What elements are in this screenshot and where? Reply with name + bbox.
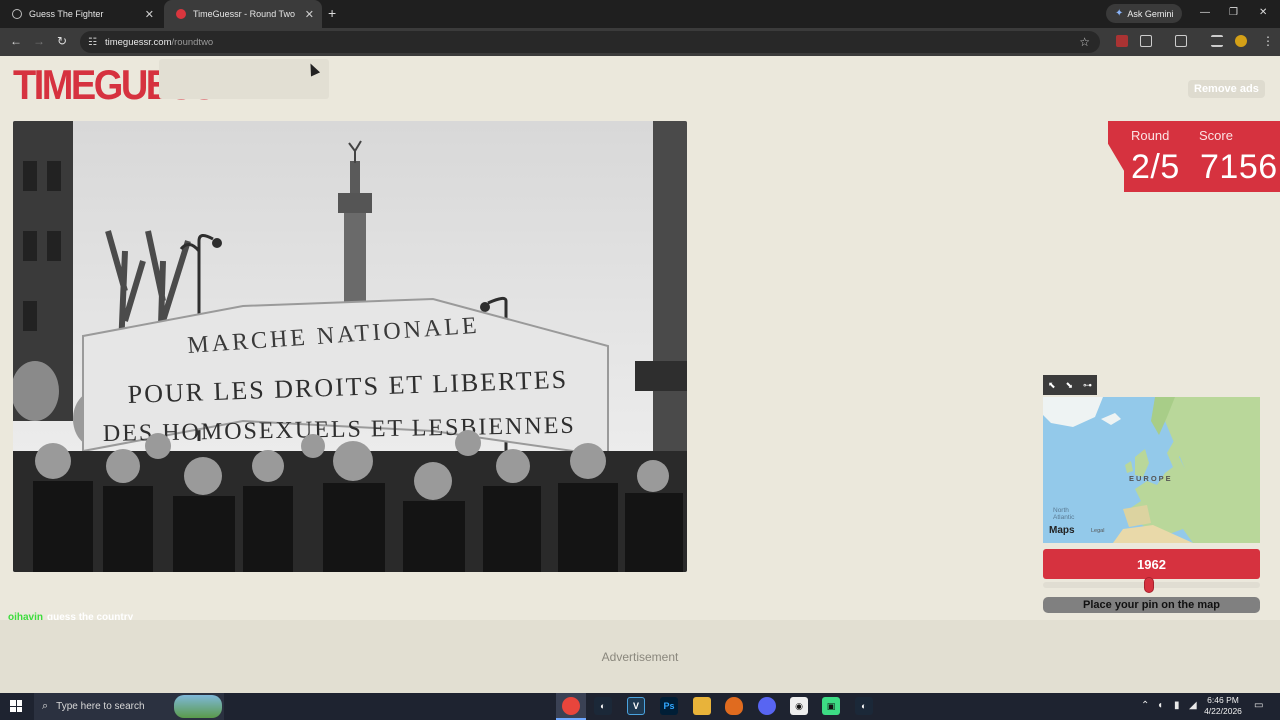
gemini-label: Ask Gemini	[1127, 8, 1174, 19]
close-tab-icon[interactable]: ✕	[145, 8, 154, 21]
menu-dots-icon[interactable]: ⋮	[1262, 34, 1274, 48]
windows-taskbar: ⌕ Type here to search ◐ V Ps ◉ ▣ ◐ ⌃ ◖ ▮…	[0, 693, 1280, 720]
site-info-icon[interactable]: ☷	[88, 37, 97, 48]
tab-title: TimeGuessr - Round Two	[193, 9, 296, 19]
maps-brand-text: Maps	[1049, 525, 1075, 536]
map-tools: ⬉ ⬊ ⊶	[1043, 375, 1097, 395]
clock-date: 4/22/2026	[1204, 706, 1242, 716]
globe-icon	[12, 9, 22, 19]
taskbar-search-placeholder: Type here to search	[56, 701, 145, 712]
map-tiles	[1043, 397, 1260, 543]
round-photo[interactable]: MARCHE NATIONALE POUR LES DROITS ET LIBE…	[13, 121, 687, 572]
windows-start-icon[interactable]	[10, 700, 22, 712]
guess-map[interactable]: EUROPE North Atlantic Maps Legal	[1043, 397, 1260, 543]
search-icon: ⌕	[42, 700, 49, 712]
media-icon[interactable]	[1211, 35, 1223, 47]
restore-icon[interactable]: ❐	[1229, 7, 1238, 18]
android-app-icon[interactable]: ▣	[822, 697, 840, 715]
reload-icon[interactable]: ↻	[57, 34, 67, 48]
score-label: Score	[1199, 128, 1233, 143]
map-label-ocean: North Atlantic	[1053, 507, 1074, 521]
discord-icon[interactable]	[758, 697, 776, 715]
shrink-map-icon[interactable]: ⬊	[1066, 380, 1074, 391]
ask-gemini-button[interactable]: ✦ Ask Gemini	[1106, 4, 1183, 23]
map-legal-link[interactable]: Legal	[1091, 528, 1104, 534]
faded-popup	[159, 59, 329, 99]
fl-studio-icon[interactable]	[725, 697, 743, 715]
extension-icon[interactable]	[1116, 35, 1128, 47]
score-panel: Round Score 2/5 7156	[1108, 121, 1280, 192]
cast-icon[interactable]	[1175, 35, 1187, 47]
microphone-icon[interactable]: ▮	[1174, 700, 1180, 711]
notifications-icon[interactable]: ▭	[1254, 700, 1263, 711]
round-value: 2/5	[1131, 148, 1180, 186]
year-display: 1962	[1043, 549, 1260, 579]
forward-icon[interactable]: →	[33, 34, 45, 48]
file-explorer-icon[interactable]	[693, 697, 711, 715]
advertisement-area: Advertisement	[0, 620, 1280, 693]
timeguessr-favicon-icon	[176, 9, 186, 19]
new-tab-button[interactable]: +	[328, 5, 336, 21]
url-host: timeguessr.com	[104, 36, 172, 48]
steam-icon[interactable]: ◐	[594, 697, 612, 715]
pin-map-icon[interactable]: ⊶	[1083, 380, 1092, 391]
round-label: Round	[1131, 128, 1170, 143]
browser-toolbar: ← → ↻ ☷ timeguessr.com /roundtwo ☆ ⋮	[0, 28, 1280, 56]
vegas-icon[interactable]: V	[627, 697, 645, 715]
photoshop-icon[interactable]: Ps	[660, 697, 678, 715]
expand-map-icon[interactable]: ⬉	[1048, 380, 1056, 391]
steam-secondary-icon[interactable]: ◐	[855, 697, 873, 715]
minimize-icon[interactable]: —	[1200, 7, 1210, 18]
score-value: 7156	[1200, 148, 1278, 186]
protest-photo-illustration: MARCHE NATIONALE POUR LES DROITS ET LIBE…	[13, 121, 687, 572]
back-icon[interactable]: ←	[10, 34, 22, 48]
year-slider-thumb[interactable]	[1144, 577, 1155, 593]
clock-time: 6:46 PM	[1207, 695, 1239, 705]
extensions-puzzle-icon[interactable]	[1140, 35, 1152, 47]
tab-guess-the-fighter[interactable]: Guess The Fighter ✕	[0, 0, 162, 28]
browser-tab-bar: Guess The Fighter ✕ TimeGuessr - Round T…	[0, 0, 1280, 28]
bookmark-star-icon[interactable]: ☆	[1079, 35, 1090, 49]
ocean-label-line-2: Atlantic	[1053, 514, 1075, 522]
tray-chevron-icon[interactable]: ⌃	[1141, 700, 1149, 711]
place-pin-button[interactable]: Place your pin on the map	[1043, 597, 1260, 613]
page-content: TIMEGUESSR Remove ads MARCHE NATIONALE P…	[0, 57, 1280, 671]
gemini-sparkle-icon: ✦	[1115, 8, 1124, 19]
network-icon[interactable]: ◢	[1189, 700, 1197, 711]
profile-avatar[interactable]	[1235, 35, 1247, 47]
ocean-label-line-1: North	[1053, 507, 1069, 514]
taskbar-search[interactable]: ⌕ Type here to search	[34, 693, 224, 720]
remove-ads-button[interactable]: Remove ads	[1188, 80, 1265, 98]
chrome-icon[interactable]	[562, 697, 580, 715]
volume-icon[interactable]: ◖	[1157, 700, 1163, 711]
advertisement-label: Advertisement	[601, 650, 679, 664]
apple-maps-logo: Maps	[1049, 525, 1075, 536]
close-window-icon[interactable]: ✕	[1259, 7, 1267, 18]
obs-icon[interactable]: ◉	[790, 697, 808, 715]
search-highlight-image	[174, 695, 222, 718]
address-bar[interactable]: ☷ timeguessr.com /roundtwo ☆	[80, 31, 1100, 53]
tab-title: Guess The Fighter	[29, 9, 104, 19]
map-label-europe: EUROPE	[1129, 474, 1173, 483]
close-tab-icon[interactable]: ✕	[305, 8, 314, 21]
tab-timeguessr[interactable]: TimeGuessr - Round Two ✕	[164, 0, 322, 28]
url-path: /roundtwo	[171, 36, 214, 48]
taskbar-clock[interactable]: 6:46 PM 4/22/2026	[1200, 695, 1246, 717]
